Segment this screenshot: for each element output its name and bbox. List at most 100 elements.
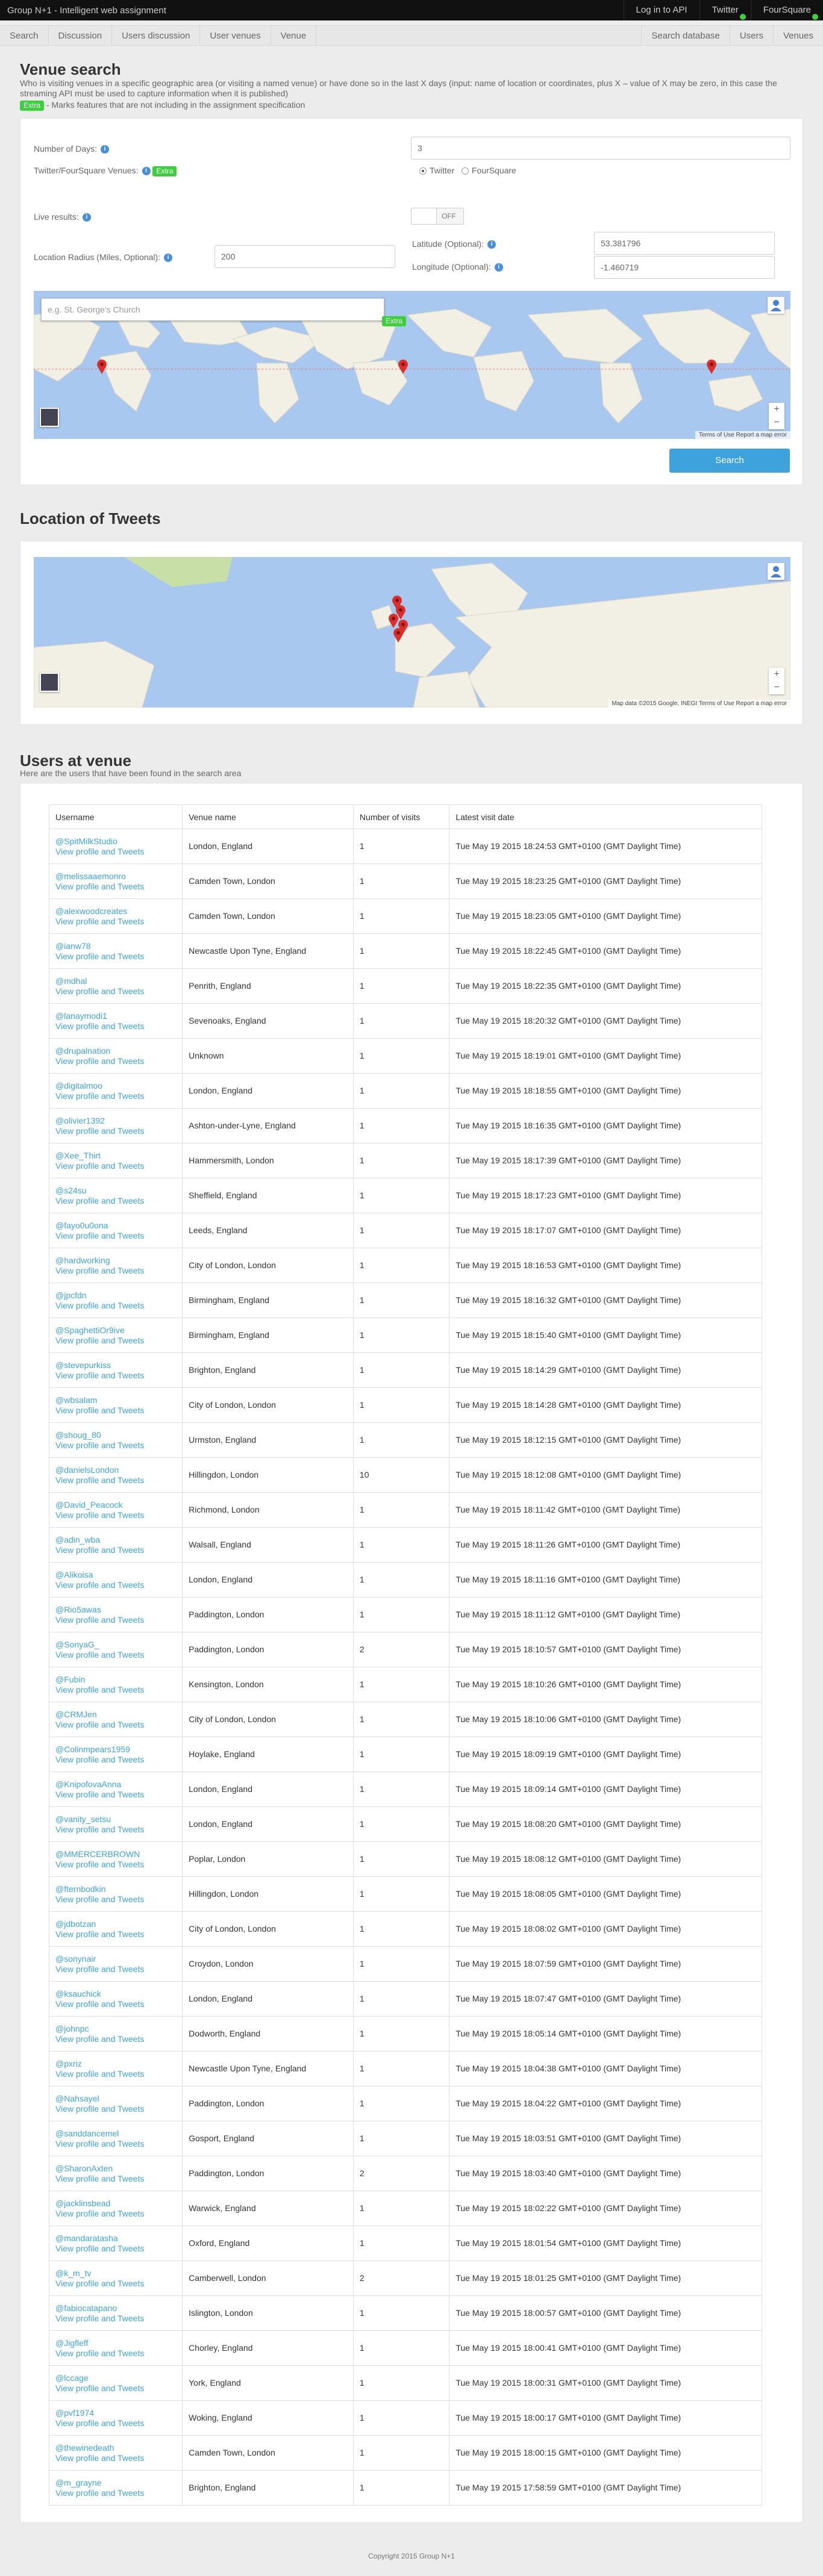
login-api-link[interactable]: Log in to API	[623, 0, 699, 20]
nav-search-database[interactable]: Search database	[641, 26, 729, 46]
info-icon[interactable]: i	[82, 213, 91, 222]
username-link[interactable]: @shoug_80	[55, 1430, 176, 1440]
view-profile-link[interactable]: View profile and Tweets	[55, 2174, 176, 2184]
zoom-out-icon[interactable]: −	[769, 416, 784, 429]
longitude-input[interactable]: -1.460719	[594, 256, 775, 279]
view-profile-link[interactable]: View profile and Tweets	[55, 1755, 176, 1765]
username-link[interactable]: @Rio5awas	[55, 1605, 176, 1615]
username-link[interactable]: @mandaratasha	[55, 2233, 176, 2244]
person-icon[interactable]	[768, 297, 784, 314]
map-pin-icon[interactable]	[393, 628, 404, 642]
username-link[interactable]: @MMERCERBROWN	[55, 1849, 176, 1859]
foursquare-radio-label[interactable]: FourSquare	[472, 166, 516, 175]
person-icon[interactable]	[768, 563, 784, 580]
view-profile-link[interactable]: View profile and Tweets	[55, 2104, 176, 2114]
view-profile-link[interactable]: View profile and Tweets	[55, 1510, 176, 1520]
view-profile-link[interactable]: View profile and Tweets	[55, 1056, 176, 1066]
nav-users-discussion[interactable]: Users discussion	[112, 26, 201, 46]
view-profile-link[interactable]: View profile and Tweets	[55, 1336, 176, 1346]
username-link[interactable]: @Xee_Thirt	[55, 1151, 176, 1161]
username-link[interactable]: @KnipofovaAnna	[55, 1779, 176, 1790]
username-link[interactable]: @Fubin	[55, 1675, 176, 1685]
view-profile-link[interactable]: View profile and Tweets	[55, 2034, 176, 2044]
username-link[interactable]: @m_grayne	[55, 2478, 176, 2488]
username-link[interactable]: @Alikoisa	[55, 1570, 176, 1580]
view-profile-link[interactable]: View profile and Tweets	[55, 2139, 176, 2149]
username-link[interactable]: @johnpc	[55, 2024, 176, 2034]
nav-users[interactable]: Users	[729, 26, 773, 46]
username-link[interactable]: @SonyaG_	[55, 1640, 176, 1650]
view-profile-link[interactable]: View profile and Tweets	[55, 1266, 176, 1276]
username-link[interactable]: @Colinmpears1959	[55, 1744, 176, 1755]
col-latest-visit[interactable]: Latest visit date	[449, 804, 762, 829]
username-link[interactable]: @SpaghettiOr9ive	[55, 1325, 176, 1336]
username-link[interactable]: @alexwoodcreates	[55, 906, 176, 916]
username-link[interactable]: @melissaaemonro	[55, 871, 176, 882]
username-link[interactable]: @s24su	[55, 1186, 176, 1196]
nav-venue[interactable]: Venue	[271, 26, 317, 46]
map-attribution[interactable]: Terms of Use Report a map error	[695, 431, 790, 439]
username-link[interactable]: @ksauchick	[55, 1989, 176, 1999]
username-link[interactable]: @drupalnation	[55, 1046, 176, 1056]
days-input[interactable]: 3	[411, 137, 790, 160]
col-venue-name[interactable]: Venue name	[182, 804, 354, 829]
view-profile-link[interactable]: View profile and Tweets	[55, 2313, 176, 2324]
live-toggle[interactable]: OFF	[411, 208, 464, 225]
view-profile-link[interactable]: View profile and Tweets	[55, 1370, 176, 1381]
view-profile-link[interactable]: View profile and Tweets	[55, 2453, 176, 2463]
view-profile-link[interactable]: View profile and Tweets	[55, 1685, 176, 1695]
view-profile-link[interactable]: View profile and Tweets	[55, 1999, 176, 2009]
info-icon[interactable]: i	[164, 254, 173, 263]
username-link[interactable]: @lanaymodi1	[55, 1011, 176, 1021]
nav-user-venues[interactable]: User venues	[200, 26, 271, 46]
view-profile-link[interactable]: View profile and Tweets	[55, 1825, 176, 1835]
latitude-input[interactable]: 53.381796	[594, 232, 775, 255]
brand-title[interactable]: Group N+1 - Intelligent web assignment	[7, 5, 166, 16]
username-link[interactable]: @SpitMilkStudio	[55, 836, 176, 847]
username-link[interactable]: @wbsalam	[55, 1395, 176, 1405]
username-link[interactable]: @fabiocatapano	[55, 2303, 176, 2313]
view-profile-link[interactable]: View profile and Tweets	[55, 2069, 176, 2079]
twitter-radio[interactable]	[419, 167, 427, 175]
view-profile-link[interactable]: View profile and Tweets	[55, 1405, 176, 1416]
col-username[interactable]: Username	[48, 804, 183, 829]
username-link[interactable]: @k_m_tv	[55, 2268, 176, 2279]
view-profile-link[interactable]: View profile and Tweets	[55, 1301, 176, 1311]
username-link[interactable]: @hardworking	[55, 1255, 176, 1266]
col-visits[interactable]: Number of visits	[352, 804, 450, 829]
foursquare-link[interactable]: FourSquare	[750, 0, 823, 20]
info-icon[interactable]: i	[101, 145, 110, 154]
username-link[interactable]: @CRMJen	[55, 1710, 176, 1720]
zoom-in-icon[interactable]: +	[769, 403, 784, 416]
tweets-map[interactable]: + − Map data ©2015 Google, INEGI Terms o…	[34, 557, 790, 708]
username-link[interactable]: @lccage	[55, 2373, 176, 2383]
username-link[interactable]: @danielsLondon	[55, 1465, 176, 1475]
view-profile-link[interactable]: View profile and Tweets	[55, 1894, 176, 1905]
map-pin-icon[interactable]	[398, 359, 408, 374]
info-icon[interactable]: i	[487, 240, 496, 249]
username-link[interactable]: @adin_wba	[55, 1535, 176, 1545]
map-search-input[interactable]: e.g. St. George's Church	[41, 298, 384, 321]
username-link[interactable]: @sonynair	[55, 1954, 176, 1964]
view-profile-link[interactable]: View profile and Tweets	[55, 1196, 176, 1206]
view-profile-link[interactable]: View profile and Tweets	[55, 2488, 176, 2498]
info-icon[interactable]: i	[142, 167, 151, 176]
username-link[interactable]: @jdbotzan	[55, 1919, 176, 1929]
view-profile-link[interactable]: View profile and Tweets	[55, 1545, 176, 1555]
username-link[interactable]: @stevepurkiss	[55, 1360, 176, 1370]
zoom-in-icon[interactable]: +	[769, 668, 784, 681]
username-link[interactable]: @jacklinsbead	[55, 2198, 176, 2209]
view-profile-link[interactable]: View profile and Tweets	[55, 916, 176, 927]
nav-discussion[interactable]: Discussion	[49, 26, 113, 46]
nav-venues[interactable]: Venues	[772, 26, 823, 46]
username-link[interactable]: @SharonAxten	[55, 2164, 176, 2174]
view-profile-link[interactable]: View profile and Tweets	[55, 1091, 176, 1101]
view-profile-link[interactable]: View profile and Tweets	[55, 1231, 176, 1241]
username-link[interactable]: @digitalmoo	[55, 1081, 176, 1091]
map-pin-icon[interactable]	[96, 359, 107, 374]
map-pin-icon[interactable]	[706, 359, 717, 374]
twitter-radio-label[interactable]: Twitter	[430, 166, 454, 175]
search-map[interactable]: e.g. St. George's Church Extra + − Terms…	[34, 291, 790, 439]
view-profile-link[interactable]: View profile and Tweets	[55, 847, 176, 857]
view-profile-link[interactable]: View profile and Tweets	[55, 2279, 176, 2289]
